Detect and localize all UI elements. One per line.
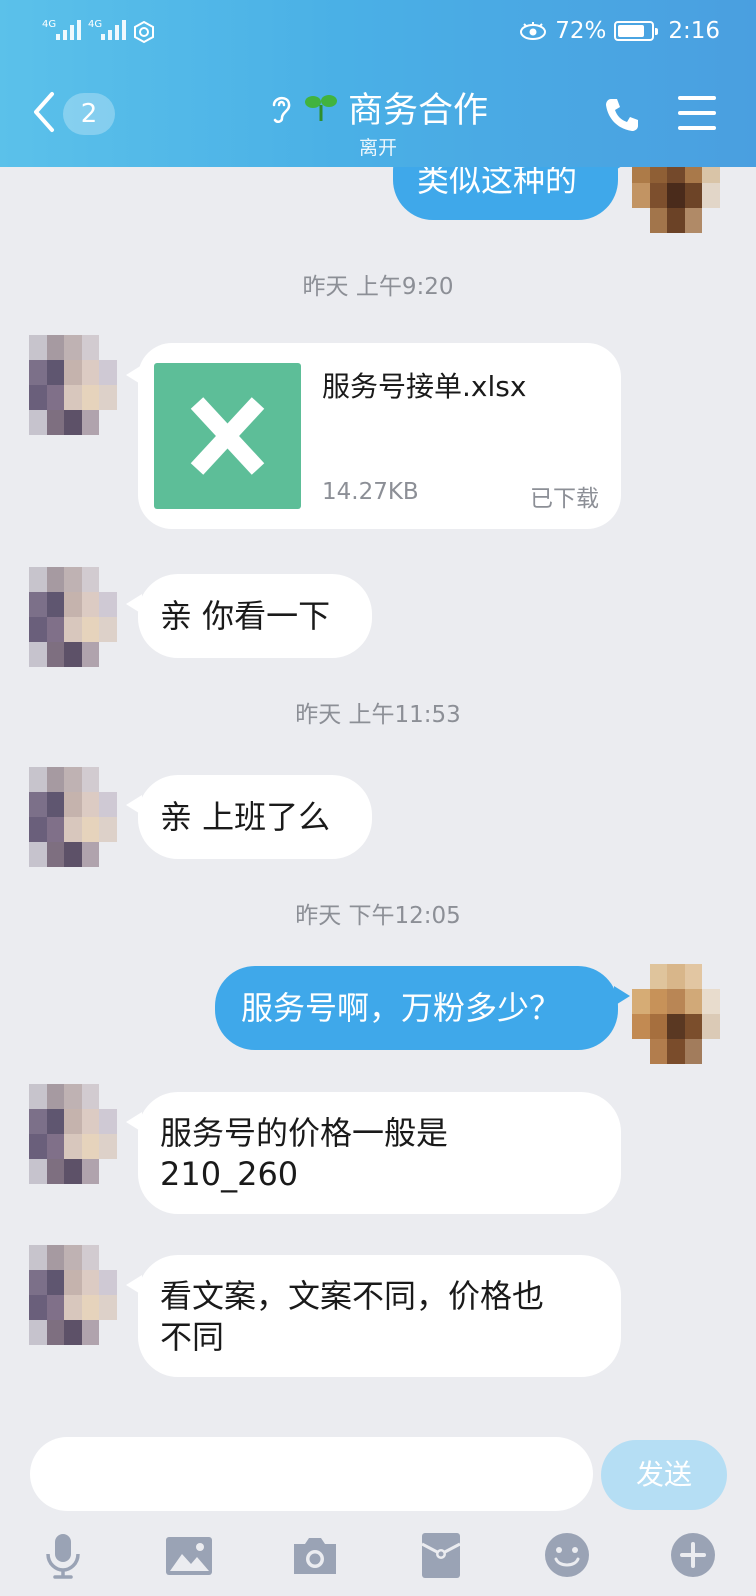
sprout-icon [304,94,337,121]
message-bubble-incoming[interactable]: 服务号的价格一般是 210_260 [126,1092,621,1214]
message-list[interactable]: 类似这种的 昨天 上午9:20 服务号接单.xlsx 14.27KB 已下载 亲… [0,167,756,1427]
message-bubble-outgoing[interactable]: 服务号啊，万粉多少？ [215,966,630,1050]
message-input[interactable] [30,1437,593,1511]
message-text: 服务号啊，万粉多少？ [241,989,562,1027]
ear-icon [272,96,291,123]
file-status: 已下载 [530,486,599,512]
network-label-2: 4G [88,19,103,30]
message-bubble-incoming[interactable]: 看文案，文案不同，价格也 不同 [126,1255,621,1377]
avatar[interactable] [29,567,117,667]
chat-title: 商务合作 [347,91,488,131]
message-text: 亲 你看一下 [160,597,331,635]
input-toolbar [0,1520,756,1590]
file-message[interactable]: 服务号接单.xlsx 14.27KB 已下载 [126,343,621,529]
plus-icon[interactable] [668,1530,718,1580]
message-text: 类似这种的 [417,167,578,199]
message-bubble-outgoing[interactable]: 类似这种的 [393,167,630,220]
timestamp: 昨天 下午12:05 [295,903,461,929]
avatar[interactable] [632,167,720,233]
menu-icon[interactable] [678,96,716,130]
message-text-line1: 服务号的价格一般是 [160,1114,449,1152]
message-text-line2: 210_260 [160,1155,299,1193]
camera-icon[interactable] [290,1530,340,1580]
excel-x-icon [154,363,301,509]
avatar[interactable] [29,1245,117,1345]
timestamp: 昨天 上午11:53 [295,702,461,728]
app-status-icon [134,20,154,44]
avatar[interactable] [632,964,720,1064]
file-size: 14.27KB [322,479,419,505]
message-text-line2: 不同 [160,1318,225,1356]
clock: 2:16 [668,18,720,44]
avatar[interactable] [29,767,117,867]
message-bubble-incoming[interactable]: 亲 上班了么 [126,775,372,859]
chat-title-area[interactable]: 商务合作 离开 [0,82,756,160]
message-bubble-incoming[interactable]: 亲 你看一下 [126,574,372,658]
message-text: 亲 上班了么 [160,798,331,836]
battery-icon [614,21,659,41]
presence-status: 离开 [358,137,397,159]
file-name: 服务号接单.xlsx [322,370,527,403]
phone-icon[interactable] [603,96,641,134]
signal-icon-2 [101,18,126,40]
timestamp: 昨天 上午9:20 [302,274,454,300]
image-icon[interactable] [164,1530,214,1580]
send-button[interactable]: 发送 [601,1440,727,1510]
emoji-icon[interactable] [542,1530,592,1580]
signal-icon [56,18,81,40]
chat-header: 4G 4G 72% 2:16 2 商务合作 离开 [0,0,756,167]
message-text-line1: 看文案，文案不同，价格也 [160,1277,545,1315]
avatar[interactable] [29,335,117,435]
eye-comfort-icon [520,22,547,40]
microphone-icon[interactable] [38,1530,88,1580]
status-bar: 4G 4G 72% 2:16 [0,14,756,50]
red-packet-icon[interactable] [416,1530,466,1580]
battery-percent: 72% [555,18,607,44]
network-label-1: 4G [42,19,57,30]
status-right: 72% 2:16 [519,18,720,44]
avatar[interactable] [29,1084,117,1184]
